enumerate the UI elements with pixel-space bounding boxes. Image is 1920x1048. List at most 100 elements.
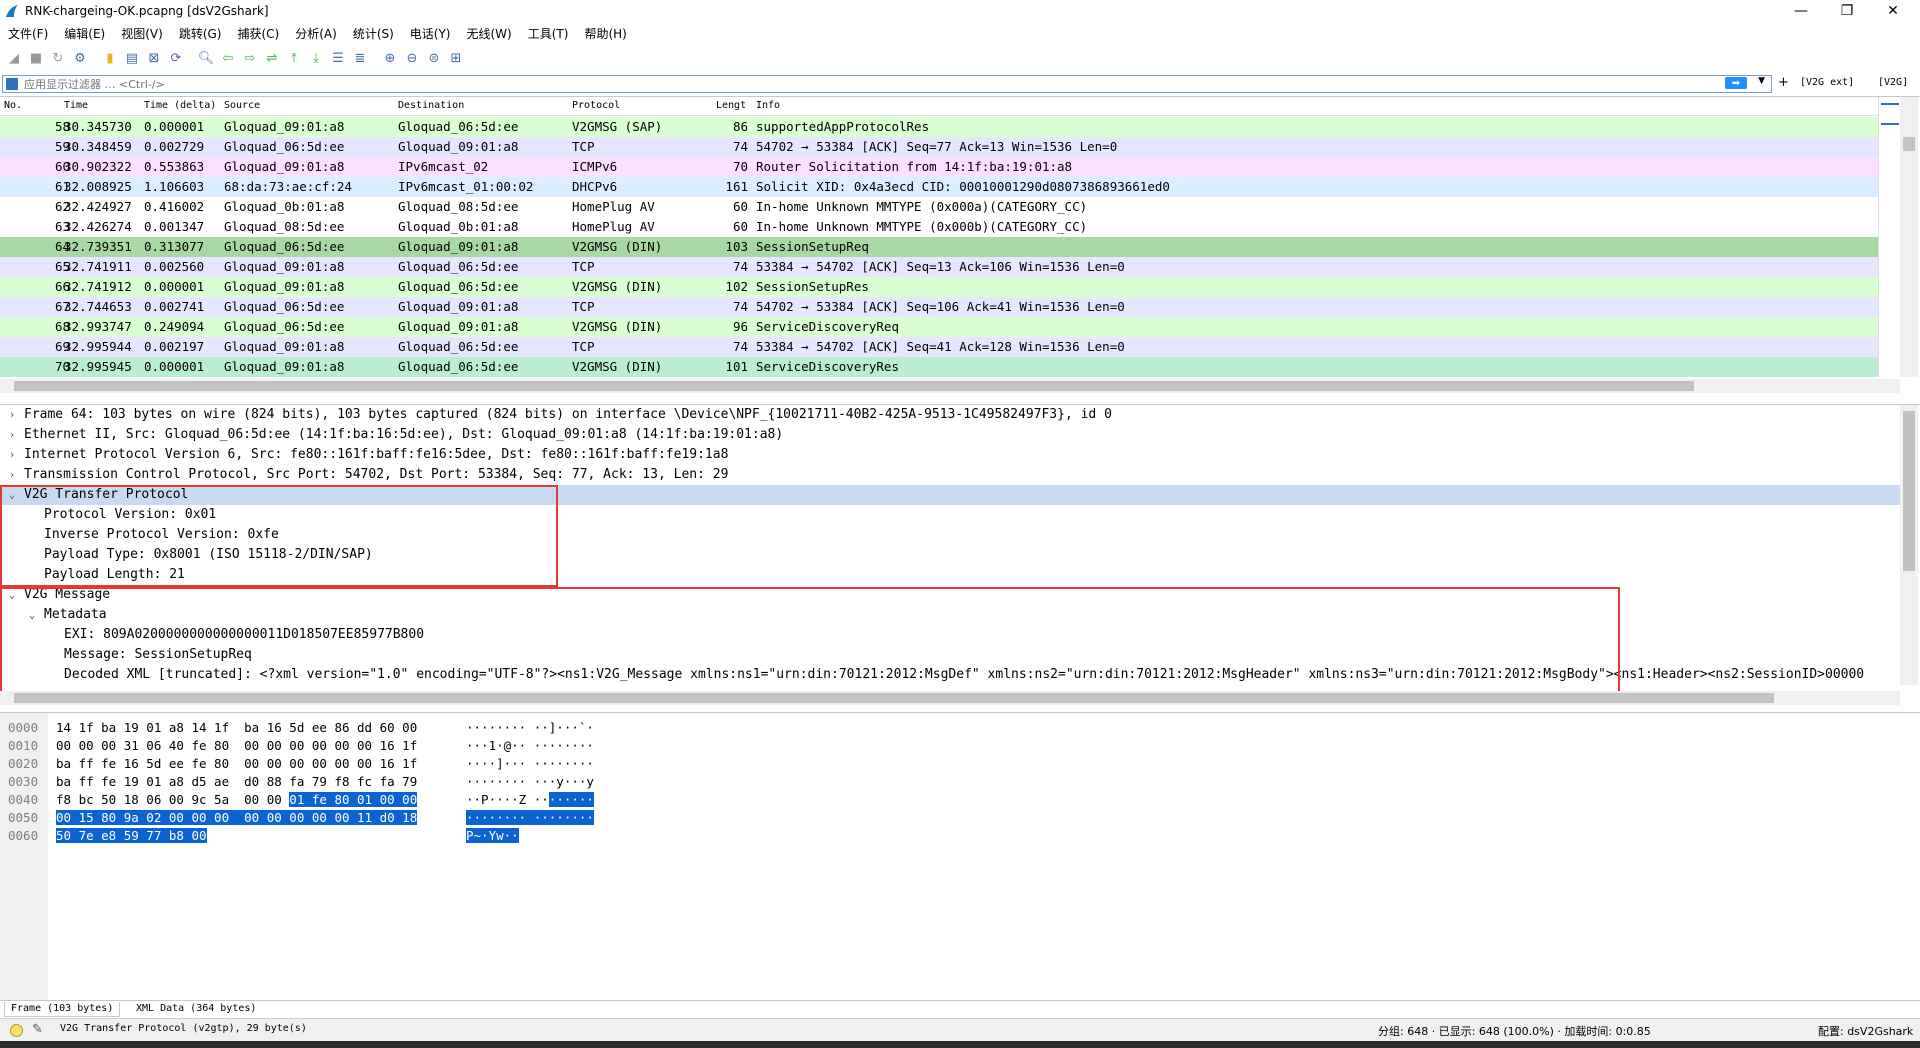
minimize-button[interactable]: — [1778, 0, 1824, 22]
open-file-icon[interactable]: ▮ [100, 48, 120, 68]
column-destination[interactable]: Destination [398, 100, 464, 111]
go-back-icon[interactable]: ⇦ [218, 48, 238, 68]
close-file-icon[interactable]: ⊠ [144, 48, 164, 68]
bookmark-icon[interactable] [6, 78, 18, 90]
hex-ascii[interactable]: ········ ··]···`· [466, 719, 594, 737]
column-source[interactable]: Source [224, 100, 260, 111]
menu-telephony[interactable]: 电话(Y) [402, 25, 459, 42]
zoom-reset-icon[interactable]: ⊜ [424, 48, 444, 68]
collapse-arrow-icon[interactable]: › [6, 465, 18, 485]
go-first-packet-icon[interactable]: ⤒ [284, 48, 304, 68]
maximize-button[interactable]: ❐ [1824, 0, 1870, 22]
details-vscrollbar[interactable] [1900, 405, 1918, 685]
packet-row[interactable]: 61 32.008925 1.106603 68:da:73:ae:cf:24 IPv6… [0, 177, 1878, 197]
ascii-segment[interactable]: ··P····Z ·· [466, 792, 549, 807]
reload-file-icon[interactable]: ⟳ [166, 48, 186, 68]
menu-edit[interactable]: 编辑(E) [56, 25, 113, 42]
status-profile[interactable]: 配置: dsV2Gshark [1818, 1023, 1913, 1039]
hex-bytes[interactable]: 14 1f ba 19 01 a8 14 1f ba 16 5d ee 86 d… [56, 719, 417, 737]
ascii-segment[interactable]: ········ ········ [466, 810, 594, 825]
menu-analyze[interactable]: 分析(A) [287, 25, 345, 42]
column-info[interactable]: Info [756, 100, 780, 111]
hex-ascii[interactable]: ····]··· ········ [466, 755, 594, 773]
tab-frame-bytes[interactable]: Frame (103 bytes) [4, 1002, 121, 1017]
go-forward-icon[interactable]: ⇨ [240, 48, 260, 68]
menu-tools[interactable]: 工具(T) [520, 25, 577, 42]
packet-row[interactable]: 67 32.744653 0.002741 Gloquad_06:5d:ee Gloqu… [0, 297, 1878, 317]
hex-byte-segment[interactable]: ba ff fe 19 01 a8 d5 ae d0 88 fa 79 f8 f… [56, 774, 417, 789]
packet-row[interactable]: 70 32.995945 0.000001 Gloquad_09:01:a8 Gloqu… [0, 357, 1878, 377]
collapse-arrow-icon[interactable]: › [6, 425, 18, 445]
ascii-segment[interactable]: ···1·@·· ········ [466, 738, 594, 753]
column-time[interactable]: Time [64, 100, 88, 111]
ascii-segment[interactable]: ······ [548, 792, 594, 807]
menu-view[interactable]: 视图(V) [113, 25, 171, 42]
ascii-segment[interactable]: P~·Yw·· [466, 828, 519, 843]
packet-row[interactable]: 69 32.995944 0.002197 Gloquad_09:01:a8 Gloqu… [0, 337, 1878, 357]
packet-row[interactable]: 64 32.739351 0.313077 Gloquad_06:5d:ee Gloqu… [0, 237, 1878, 257]
detail-tree-item[interactable]: › Transmission Control Protocol, Src Port… [0, 465, 1906, 485]
menu-file[interactable]: 文件(F) [0, 25, 56, 42]
hex-byte-segment[interactable]: 00 15 80 9a 02 00 00 00 00 00 00 00 00 1… [56, 810, 418, 825]
packet-row[interactable]: 59 30.348459 0.002729 Gloquad_06:5d:ee Gloqu… [0, 137, 1878, 157]
menu-help[interactable]: 帮助(H) [576, 25, 634, 42]
menu-capture[interactable]: 捕获(C) [229, 25, 287, 42]
packet-row[interactable]: 60 30.902322 0.553863 Gloquad_09:01:a8 IPv6m… [0, 157, 1878, 177]
detail-tree-item[interactable]: › Internet Protocol Version 6, Src: fe80:… [0, 445, 1906, 465]
collapse-arrow-icon[interactable]: › [6, 445, 18, 465]
hex-ascii[interactable]: ··P····Z ········ [466, 791, 594, 809]
hex-ascii[interactable]: ········ ···y···y [466, 773, 594, 791]
autoscroll-icon[interactable]: ☰ [328, 48, 348, 68]
start-capture-icon[interactable]: ◢ [4, 48, 24, 68]
packet-list-vscrollbar[interactable] [1900, 97, 1918, 377]
edit-comment-icon[interactable]: ✎ [32, 1022, 43, 1037]
packet-row[interactable]: 65 32.741911 0.002560 Gloquad_09:01:a8 Gloqu… [0, 257, 1878, 277]
column-time-delta[interactable]: Time (delta) [144, 100, 216, 111]
v2g-ext-filter-button[interactable]: [V2G ext] [1800, 77, 1854, 88]
packet-row[interactable]: 63 32.426274 0.001347 Gloquad_08:5d:ee Gloqu… [0, 217, 1878, 237]
hex-byte-segment[interactable]: ba ff fe 16 5d ee fe 80 00 00 00 00 00 0… [56, 756, 417, 771]
packet-list-hscrollbar[interactable] [0, 379, 1900, 393]
hex-bytes[interactable]: 00 00 00 31 06 40 fe 80 00 00 00 00 00 0… [56, 737, 417, 755]
hex-byte-segment[interactable]: 01 fe 80 01 00 00 [289, 792, 418, 807]
hex-byte-segment[interactable]: 00 00 00 31 06 40 fe 80 00 00 00 00 00 0… [56, 738, 417, 753]
hex-bytes[interactable]: 50 7e e8 59 77 b8 00 [56, 827, 207, 845]
zoom-in-icon[interactable]: ⊕ [380, 48, 400, 68]
close-button[interactable]: ✕ [1870, 0, 1916, 22]
hex-byte-segment[interactable]: 14 1f ba 19 01 a8 14 1f ba 16 5d ee 86 d… [56, 720, 417, 735]
expert-info-icon[interactable] [10, 1024, 23, 1037]
menu-go[interactable]: 跳转(G) [171, 25, 230, 42]
capture-options-icon[interactable]: ⚙ [70, 48, 90, 68]
save-file-icon[interactable]: ▤ [122, 48, 142, 68]
ascii-segment[interactable]: ········ ···y···y [466, 774, 594, 789]
zoom-out-icon[interactable]: ⊖ [402, 48, 422, 68]
hex-bytes[interactable]: f8 bc 50 18 06 00 9c 5a 00 00 01 fe 80 0… [56, 791, 418, 809]
details-hscrollbar[interactable] [0, 691, 1900, 705]
column-no[interactable]: No. [4, 100, 22, 111]
go-last-packet-icon[interactable]: ⤓ [306, 48, 326, 68]
resize-columns-icon[interactable]: ⊞ [446, 48, 466, 68]
add-filter-button[interactable]: + [1778, 75, 1789, 90]
tab-xml-data[interactable]: XML Data (364 bytes) [130, 1002, 262, 1016]
collapse-arrow-icon[interactable]: › [6, 405, 18, 425]
hex-byte-segment[interactable]: 50 7e e8 59 77 b8 00 [56, 828, 207, 843]
hex-ascii[interactable]: ···1·@·· ········ [466, 737, 594, 755]
detail-tree-item[interactable]: › Frame 64: 103 bytes on wire (824 bits),… [0, 405, 1906, 425]
v2g-filter-button[interactable]: [V2G] [1878, 77, 1908, 88]
colorize-icon[interactable]: ≣ [350, 48, 370, 68]
hex-ascii[interactable]: P~·Yw·· [466, 827, 519, 845]
packet-row[interactable]: 62 32.424927 0.416002 Gloquad_0b:01:a8 Gloqu… [0, 197, 1878, 217]
packet-row[interactable]: 58 30.345730 0.000001 Gloquad_09:01:a8 Gloqu… [0, 117, 1878, 137]
ascii-segment[interactable]: ········ ··]···`· [466, 720, 594, 735]
hex-bytes[interactable]: ba ff fe 19 01 a8 d5 ae d0 88 fa 79 f8 f… [56, 773, 417, 791]
restart-capture-icon[interactable]: ↻ [48, 48, 68, 68]
column-protocol[interactable]: Protocol [572, 100, 620, 111]
hex-byte-segment[interactable]: f8 bc 50 18 06 00 9c 5a 00 00 [56, 792, 289, 807]
chevron-down-icon[interactable]: ▼ [1758, 76, 1765, 86]
menu-wireless[interactable]: 无线(W) [459, 25, 520, 42]
stop-capture-icon[interactable]: ■ [26, 48, 46, 68]
detail-tree-item[interactable]: › Ethernet II, Src: Gloquad_06:5d:ee (14:… [0, 425, 1906, 445]
display-filter-input[interactable] [22, 76, 1686, 92]
menu-statistics[interactable]: 统计(S) [345, 25, 402, 42]
hex-ascii[interactable]: ········ ········ [466, 809, 594, 827]
